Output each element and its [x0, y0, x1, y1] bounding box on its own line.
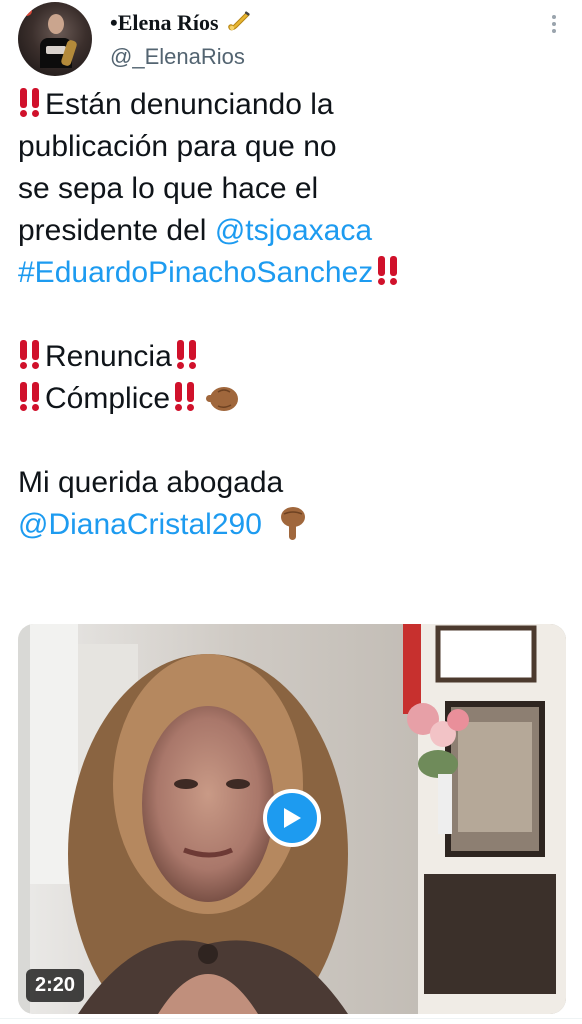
mention-link[interactable]: @DianaCristal290	[18, 508, 262, 541]
double-exclamation-icon	[176, 340, 196, 369]
tweet-line: publicación para que no	[18, 130, 337, 163]
tweet-line: Están denunciando la	[45, 88, 334, 121]
more-options-icon[interactable]	[546, 12, 562, 36]
hashtag-link[interactable]: #EduardoPinachoSanchez	[18, 256, 373, 289]
double-exclamation-icon	[20, 88, 39, 117]
tweet-line: Cómplice	[45, 382, 171, 415]
play-button[interactable]	[263, 789, 321, 847]
display-name[interactable]: •Elena Ríos	[110, 10, 219, 36]
tweet-line: se sepa lo que hace el	[18, 172, 319, 205]
tweet-line: Renuncia	[45, 340, 172, 373]
video-player[interactable]: 2:20	[18, 624, 566, 1014]
pointing-hand-icon	[206, 387, 239, 411]
double-exclamation-icon	[20, 382, 39, 411]
divider	[0, 1018, 582, 1019]
tweet-line: Mi querida abogada	[18, 466, 284, 499]
saxophone-icon	[227, 11, 250, 31]
double-exclamation-icon	[378, 256, 398, 285]
tweet-text: Están denunciando la publicación para qu…	[18, 84, 568, 546]
avatar[interactable]	[18, 2, 92, 76]
author-handle[interactable]: @_ElenaRios	[110, 44, 245, 70]
mention-link[interactable]: @tsjoaxaca	[215, 214, 372, 247]
double-exclamation-icon	[20, 340, 39, 369]
tweet-line: presidente del	[18, 214, 215, 247]
video-duration: 2:20	[26, 969, 85, 1002]
double-exclamation-icon	[175, 382, 195, 411]
play-icon	[284, 808, 301, 828]
pointing-down-icon	[280, 507, 305, 540]
author-name-row[interactable]: •Elena Ríos	[110, 10, 251, 36]
